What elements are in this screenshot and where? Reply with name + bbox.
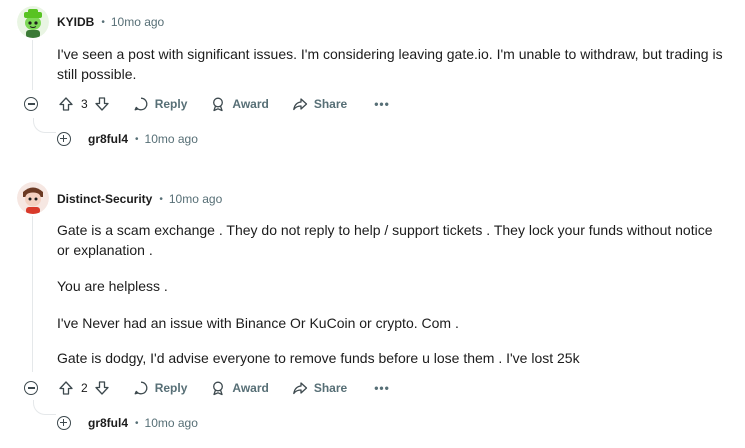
vote-group: 2: [58, 380, 110, 396]
share-arrow-icon: [292, 98, 307, 111]
reply-timestamp[interactable]: 10mo ago: [145, 132, 198, 146]
comment-body: I've Never had an issue with Binance Or …: [57, 315, 459, 331]
vote-count: 2: [81, 381, 88, 395]
comment-meta: Distinct-Security • 10mo ago: [57, 192, 222, 206]
award-icon: [213, 97, 224, 112]
share-label: Share: [313, 381, 348, 395]
avatar[interactable]: [17, 6, 49, 38]
collapse-thread-button[interactable]: [24, 381, 38, 395]
reply-author[interactable]: gr8ful4: [88, 132, 128, 146]
separator-dot: •: [135, 133, 139, 145]
comment-body: I've seen a post with significant issues…: [57, 46, 723, 82]
more-options-button[interactable]: •••: [374, 381, 390, 395]
comment-body: Gate is dodgy, I'd advise everyone to re…: [57, 350, 580, 366]
collapse-thread-button[interactable]: [24, 97, 38, 111]
collapsed-reply: gr8ful4 • 10mo ago: [57, 132, 198, 146]
red-snoo-avatar-icon: [17, 182, 49, 214]
expand-replies-button[interactable]: [57, 416, 71, 430]
more-options-button[interactable]: •••: [374, 97, 390, 111]
vote-count: 3: [81, 97, 88, 111]
thread-branch: [33, 118, 56, 133]
thread-branch: [33, 400, 56, 415]
share-button[interactable]: Share: [292, 380, 347, 396]
comment-body: You are helpless .: [57, 278, 168, 294]
comment-body: Gate is a scam exchange . They do not re…: [57, 222, 713, 258]
award-button[interactable]: Award: [210, 380, 269, 396]
upvote-arrow-icon[interactable]: [58, 96, 74, 112]
award-button[interactable]: Award: [210, 96, 269, 112]
comment-timestamp[interactable]: 10mo ago: [111, 15, 164, 29]
vote-group: 3: [58, 96, 110, 112]
green-snoo-avatar-icon: [17, 6, 49, 38]
award-label: Award: [232, 381, 269, 395]
comment-actions: 2 Reply Award Share •••: [24, 376, 390, 400]
collapsed-reply: gr8ful4 • 10mo ago: [57, 416, 198, 430]
comment-actions: 3 Reply Award Share •••: [24, 92, 390, 116]
reply-label: Reply: [154, 97, 188, 111]
share-button[interactable]: Share: [292, 96, 347, 112]
reply-timestamp[interactable]: 10mo ago: [145, 416, 198, 430]
speech-bubble-icon: [134, 97, 148, 111]
award-icon: [213, 381, 224, 396]
separator-dot: •: [101, 16, 105, 28]
separator-dot: •: [159, 193, 163, 205]
reply-button[interactable]: Reply: [133, 96, 188, 112]
comment-meta: KYIDB • 10mo ago: [57, 15, 164, 29]
share-label: Share: [313, 97, 348, 111]
downvote-arrow-icon[interactable]: [94, 380, 110, 396]
reply-author[interactable]: gr8ful4: [88, 416, 128, 430]
comment-author[interactable]: KYIDB: [57, 15, 94, 29]
downvote-arrow-icon[interactable]: [94, 96, 110, 112]
comment-timestamp[interactable]: 10mo ago: [169, 192, 222, 206]
speech-bubble-icon: [134, 381, 148, 395]
upvote-arrow-icon[interactable]: [58, 380, 74, 396]
expand-replies-button[interactable]: [57, 132, 71, 146]
reply-label: Reply: [154, 381, 188, 395]
reply-button[interactable]: Reply: [133, 380, 188, 396]
avatar[interactable]: [17, 182, 49, 214]
thread-line: [32, 216, 33, 372]
thread-line: [32, 40, 33, 90]
share-arrow-icon: [292, 382, 307, 395]
award-label: Award: [232, 97, 269, 111]
comment-author[interactable]: Distinct-Security: [57, 192, 152, 206]
separator-dot: •: [135, 417, 139, 429]
